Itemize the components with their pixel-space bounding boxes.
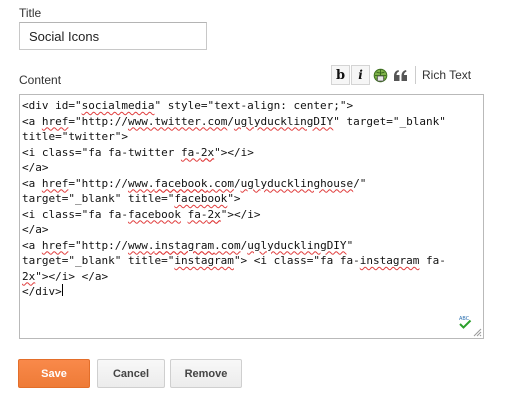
content-editor[interactable]: <div id="socialmedia" style="text-align:… (19, 94, 484, 339)
code-line: target="_blank" title="instagram"> <i cl… (22, 254, 446, 267)
code-line: <div id="socialmedia" style="text-align:… (22, 99, 354, 112)
quote-button[interactable] (391, 65, 410, 85)
link-globe-icon (373, 68, 388, 82)
code-line: target="_blank" title="facebook"> (22, 192, 241, 205)
code-line: <i class="fa fa-twitter fa-2x"></i> (22, 145, 254, 159)
code-line: <a href="http://www.twitter.com/uglyduck… (22, 114, 446, 128)
rich-text-tab[interactable]: Rich Text (422, 68, 471, 82)
link-button[interactable] (371, 65, 390, 85)
svg-text:ABC: ABC (459, 316, 470, 322)
code-line: </a> (22, 223, 49, 236)
toolbar-divider (415, 66, 416, 84)
remove-button[interactable]: Remove (170, 359, 242, 388)
code-line: title="twitter"> (22, 130, 128, 143)
bold-button[interactable]: b (331, 65, 350, 85)
content-label: Content (19, 73, 62, 87)
editor-toolbar: b i Rich Text (331, 64, 471, 86)
quote-icon (394, 69, 407, 81)
code-line: </div> (22, 285, 62, 298)
html-source[interactable]: <div id="socialmedia" style="text-align:… (22, 98, 479, 300)
title-input[interactable] (19, 22, 207, 50)
code-line: </a> (22, 161, 49, 174)
code-line: 2x"></i> </a> (22, 269, 109, 283)
spellcheck-icon[interactable]: ABC (458, 315, 472, 329)
save-button[interactable]: Save (18, 359, 90, 388)
code-line: <i class="fa fa-facebook fa-2x"></i> (22, 207, 261, 221)
text-caret (61, 284, 63, 296)
code-line: <a href="http://www.instagram.com/uglydu… (22, 238, 354, 252)
title-label: Title (19, 6, 42, 20)
italic-button[interactable]: i (351, 65, 370, 85)
resize-grip-icon[interactable] (473, 328, 482, 337)
code-line: <a href="http://www.facebook.com/uglyduc… (22, 176, 367, 190)
cancel-button[interactable]: Cancel (97, 359, 165, 388)
